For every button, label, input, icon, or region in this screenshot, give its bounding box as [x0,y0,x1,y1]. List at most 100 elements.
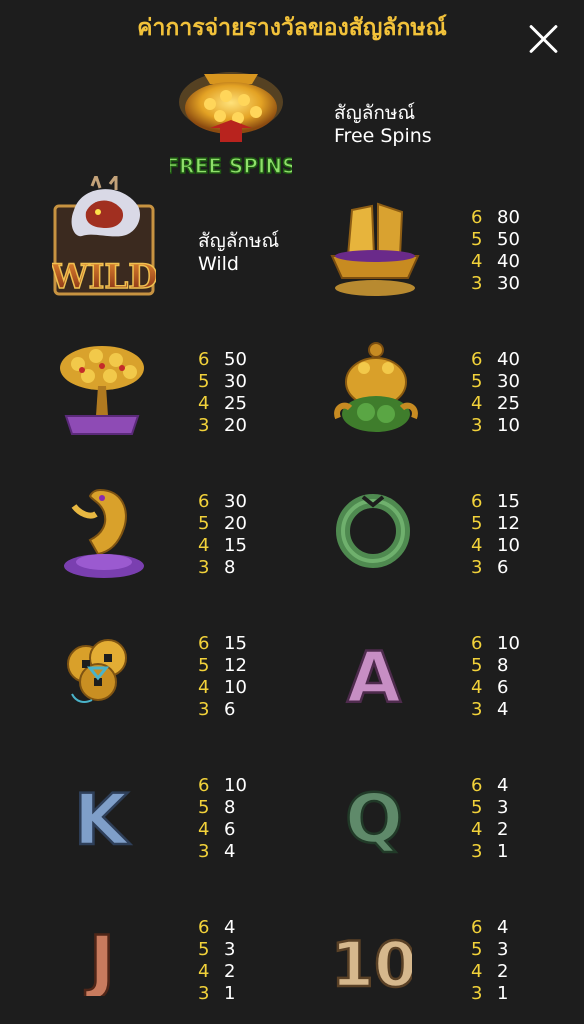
pay-count: 5 [198,939,210,960]
pay-count: 3 [198,699,210,720]
pay-row: 34 [471,699,520,721]
jade-ring-paytable: 6 15 5 12 4 10 36 [471,491,520,579]
pay-value: 4 [224,917,236,938]
pay-count: 3 [198,841,210,862]
pay-count: 6 [471,917,483,938]
golden-carp-icon [64,488,144,578]
pay-value: 3 [497,797,509,818]
pay-count: 4 [198,819,210,840]
pay-count: 3 [198,983,210,1004]
pay-row: 6 50 [198,349,247,371]
pay-value: 30 [497,273,520,294]
pay-count: 4 [471,535,483,556]
pay-count: 5 [198,513,210,534]
pay-value: 6 [224,699,236,720]
pay-value: 20 [224,513,247,534]
pay-count: 4 [198,393,210,414]
pay-row: 58 [471,655,520,677]
wild-label-line2: Wild [198,253,239,275]
pay-row: 5 12 [198,655,247,677]
close-icon[interactable] [527,22,561,56]
money-tree-icon [60,346,144,435]
pay-count: 6 [198,349,210,370]
free-spins-label-line1: สัญลักษณ์ [334,102,416,124]
pay-row: 4 10 [471,535,520,557]
pay-count: 4 [198,535,210,556]
pay-count: 5 [198,655,210,676]
pay-count: 5 [471,513,483,534]
pay-count: 6 [198,775,210,796]
pay-count: 5 [198,797,210,818]
pay-row: 53 [471,797,508,819]
jade-ring-icon [336,494,410,568]
pay-value: 1 [497,983,509,1004]
pay-value: 30 [497,371,520,392]
pay-row: 5 20 [198,513,247,535]
pay-value: 12 [224,655,247,676]
letter-k-icon: K [73,778,133,854]
pay-row: 4 25 [198,393,247,415]
pay-value: 8 [497,655,509,676]
pay-row: 4 40 [471,251,520,273]
number-10-icon: 10 [336,927,412,996]
pay-count: 5 [471,229,483,250]
pay-value: 1 [497,841,509,862]
pay-row: 6 10 [198,775,247,797]
pay-count: 3 [471,415,483,436]
pay-count: 5 [471,371,483,392]
gold-ship-paytable: 6 80 5 50 4 40 3 30 [471,207,520,295]
pay-row: 58 [198,797,247,819]
pay-value: 4 [497,775,509,796]
letter-q-icon: Q [344,779,404,854]
pay-row: 4 15 [198,535,247,557]
pay-count: 4 [471,393,483,414]
pay-count: 4 [471,819,483,840]
pay-count: 6 [471,491,483,512]
pay-value: 10 [224,775,247,796]
pay-value: 4 [224,841,236,862]
pay-value: 8 [224,797,236,818]
pay-count: 5 [198,371,210,392]
pay-row: 64 [471,917,508,939]
pay-row: 42 [198,961,235,983]
pay-row: 36 [198,699,247,721]
pay-value: 10 [224,677,247,698]
pay-row: 5 30 [471,371,520,393]
pay-count: 3 [198,415,210,436]
pay-count: 3 [471,841,483,862]
letter-q-paytable: 64 53 42 31 [471,775,508,863]
pay-row: 6 10 [471,633,520,655]
pay-value: 3 [497,939,509,960]
pay-row: 3 10 [471,415,520,437]
pay-value: 40 [497,251,520,272]
pay-count: 6 [471,349,483,370]
pay-row: 3 20 [198,415,247,437]
pay-row: 5 30 [198,371,247,393]
pay-count: 3 [471,557,483,578]
letter-q-text: Q [345,780,403,854]
letter-a-paytable: 6 10 58 46 34 [471,633,520,721]
pay-value: 40 [497,349,520,370]
pay-count: 3 [471,273,483,294]
pay-count: 4 [471,961,483,982]
pay-count: 5 [471,939,483,960]
pay-count: 4 [471,251,483,272]
pay-value: 2 [224,961,236,982]
pay-value: 10 [497,415,520,436]
pay-count: 5 [471,655,483,676]
letter-j-text: J [85,922,115,996]
golden-toad-icon [334,342,418,432]
pay-value: 50 [224,349,247,370]
pay-row: 6 15 [198,633,247,655]
free-spins-symbol-icon: FREE SPINS [170,72,292,179]
free-spins-icon-text: FREE SPINS [170,154,292,178]
pay-row: 42 [471,961,508,983]
number-10-text: 10 [336,928,412,996]
number-10-paytable: 64 53 42 31 [471,917,508,1005]
pay-count: 6 [198,917,210,938]
pay-row: 4 25 [471,393,520,415]
wild-symbol-icon: WILD [52,176,156,298]
pay-row: 4 10 [198,677,247,699]
pay-count: 3 [471,983,483,1004]
pay-value: 4 [497,917,509,938]
